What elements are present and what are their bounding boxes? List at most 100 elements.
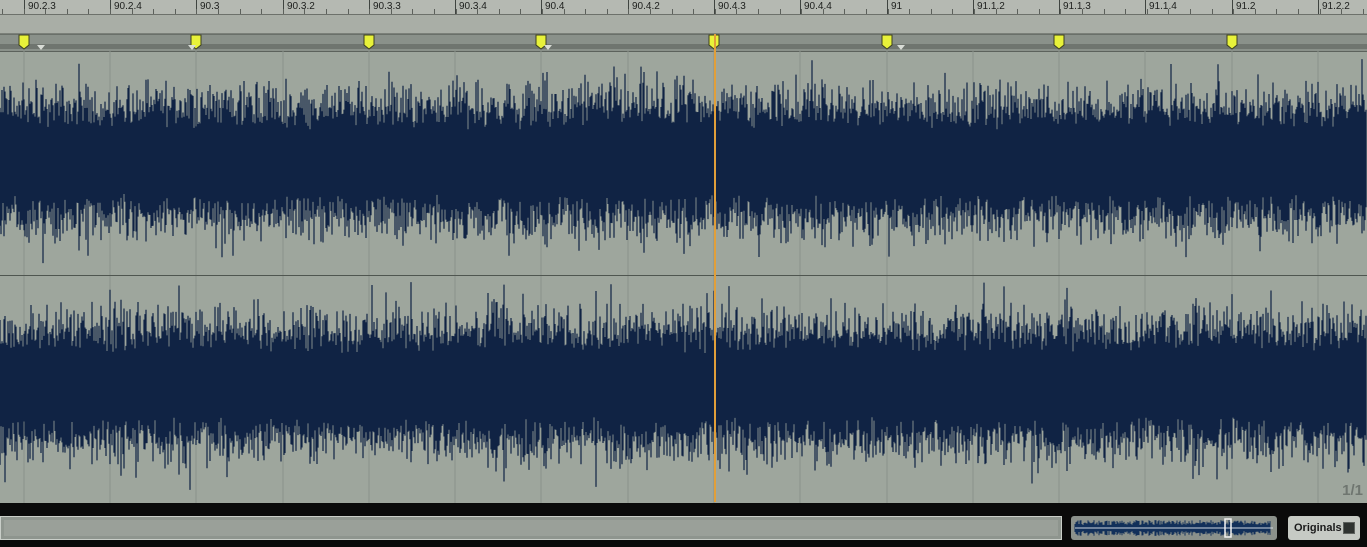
ruler-minor-tick [1362,9,1364,14]
warp-marker-icon[interactable] [1226,34,1238,50]
playhead-marker[interactable] [714,34,716,502]
clip-overview[interactable] [1071,516,1277,540]
ruler-minor-tick [866,9,867,14]
ruler-tick-label: 90.4.2 [632,1,660,12]
ruler-tick-label: 91.2 [1236,1,1256,12]
page-indicator: 1/1 [1342,482,1363,499]
ruler-minor-tick [1168,9,1170,14]
ruler-minor-tick [1082,9,1083,14]
ruler-minor-tick [542,9,543,14]
ruler-tick-label: 90.2.4 [114,1,142,12]
ruler-minor-tick [218,9,219,14]
ruler-minor-tick [714,9,716,14]
ruler-tick-label: 91.2.2 [1322,1,1350,12]
ruler-minor-tick [995,9,997,14]
ruler-minor-tick [347,9,349,14]
warp-strip-shadow [0,44,1367,49]
ruler-minor-tick [390,9,392,14]
ruler-minor-tick [1341,9,1343,14]
ruler-minor-tick [736,9,738,14]
warp-marker-icon[interactable] [1053,34,1065,50]
ruler-tick-label: 91 [891,1,903,12]
ruler-minor-tick [196,9,198,14]
ruler-minor-tick [326,9,327,14]
transient-marker-icon [544,45,552,50]
ruler-tick-label: 90.3.4 [459,1,487,12]
warp-marker-strip[interactable] [0,34,1367,52]
ruler-minor-tick [693,9,695,14]
overview-waveform [1074,518,1273,538]
ruler-minor-tick [1254,9,1256,14]
ruler-minor-tick [477,9,479,14]
originals-button[interactable]: Originals [1288,516,1360,540]
ruler-minor-tick [1276,9,1278,14]
ruler-tick-label: 91.1.4 [1149,1,1177,12]
ruler-minor-tick [282,9,284,14]
ruler-minor-tick [844,9,846,14]
ruler-minor-tick [369,9,371,14]
ruler-minor-tick [412,9,414,14]
transient-marker-icon [188,45,196,50]
ruler-minor-tick [887,9,889,14]
ruler-minor-tick [1060,9,1062,14]
ruler-minor-tick [1017,9,1019,14]
transient-marker-icon [897,45,905,50]
waveform-left-channel [0,59,1367,264]
horizontal-scrollbar[interactable] [0,516,1062,540]
ruler-tick-label: 90.3.2 [287,1,315,12]
ruler-tick-label: 90.4.4 [804,1,832,12]
ruler-minor-tick [1233,9,1235,14]
ruler-minor-tick [239,9,241,14]
ruler-minor-tick [66,9,68,14]
warp-marker-icon[interactable] [881,34,893,50]
ruler-minor-tick [671,9,673,14]
originals-checkbox[interactable] [1343,522,1355,534]
ruler-minor-tick [606,9,608,14]
waveform-svg [0,51,1367,503]
channel-divider [0,275,1367,276]
ruler-tick-label: 90.3 [200,1,220,12]
ruler-minor-tick [23,9,25,14]
ruler-minor-tick [153,9,155,14]
ruler-tick-label: 90.4 [545,1,565,12]
ruler-tick-label: 91.1.3 [1063,1,1091,12]
ruler-minor-tick [1038,9,1040,14]
ruler-tick-label: 90.3.3 [373,1,401,12]
ruler-minor-tick [1190,9,1191,14]
ruler-minor-tick [261,9,263,14]
waveform-right-channel [0,282,1367,490]
ruler-minor-tick [131,9,133,14]
ruler-minor-tick [779,9,781,14]
warp-marker-icon[interactable] [363,34,375,50]
waveform-display[interactable] [0,51,1367,503]
beat-time-ruler[interactable]: 90.2.3 90.2.4 90.3 90.3.2 90.3.3 90.3.4 90.4 90… [0,0,1367,15]
warp-marker-icon[interactable] [18,34,30,50]
ruler-minor-tick [1319,9,1321,14]
transient-marker-icon [37,45,45,50]
ruler-minor-tick [1146,9,1148,14]
ruler-minor-tick [952,9,954,14]
ruler-minor-tick [822,9,824,14]
ruler-minor-tick [758,9,759,14]
ruler-minor-tick [304,9,306,14]
ruler-minor-tick [1125,9,1127,14]
ruler-minor-tick [974,9,975,14]
ruler-tick-label: 91.1.2 [977,1,1005,12]
ruler-minor-tick [585,9,587,14]
ruler-minor-tick [650,9,651,14]
ruler-minor-tick [1211,9,1213,14]
ruler-tick-label: 90.4.3 [718,1,746,12]
ruler-minor-tick [174,9,176,14]
ruler-minor-tick [801,9,803,14]
ruler-minor-tick [1103,9,1105,14]
ruler-minor-tick [1298,9,1299,14]
ruler-minor-tick [628,9,630,14]
ruler-minor-tick [909,9,911,14]
ruler-minor-tick [45,9,47,14]
ruler-tick-label: 90.2.3 [28,1,56,12]
ruler-minor-tick [498,9,500,14]
scrollbar-thumb[interactable] [4,520,1058,536]
ruler-gap [0,15,1367,34]
ruler-minor-tick [2,9,3,14]
ruler-minor-tick [455,9,457,14]
